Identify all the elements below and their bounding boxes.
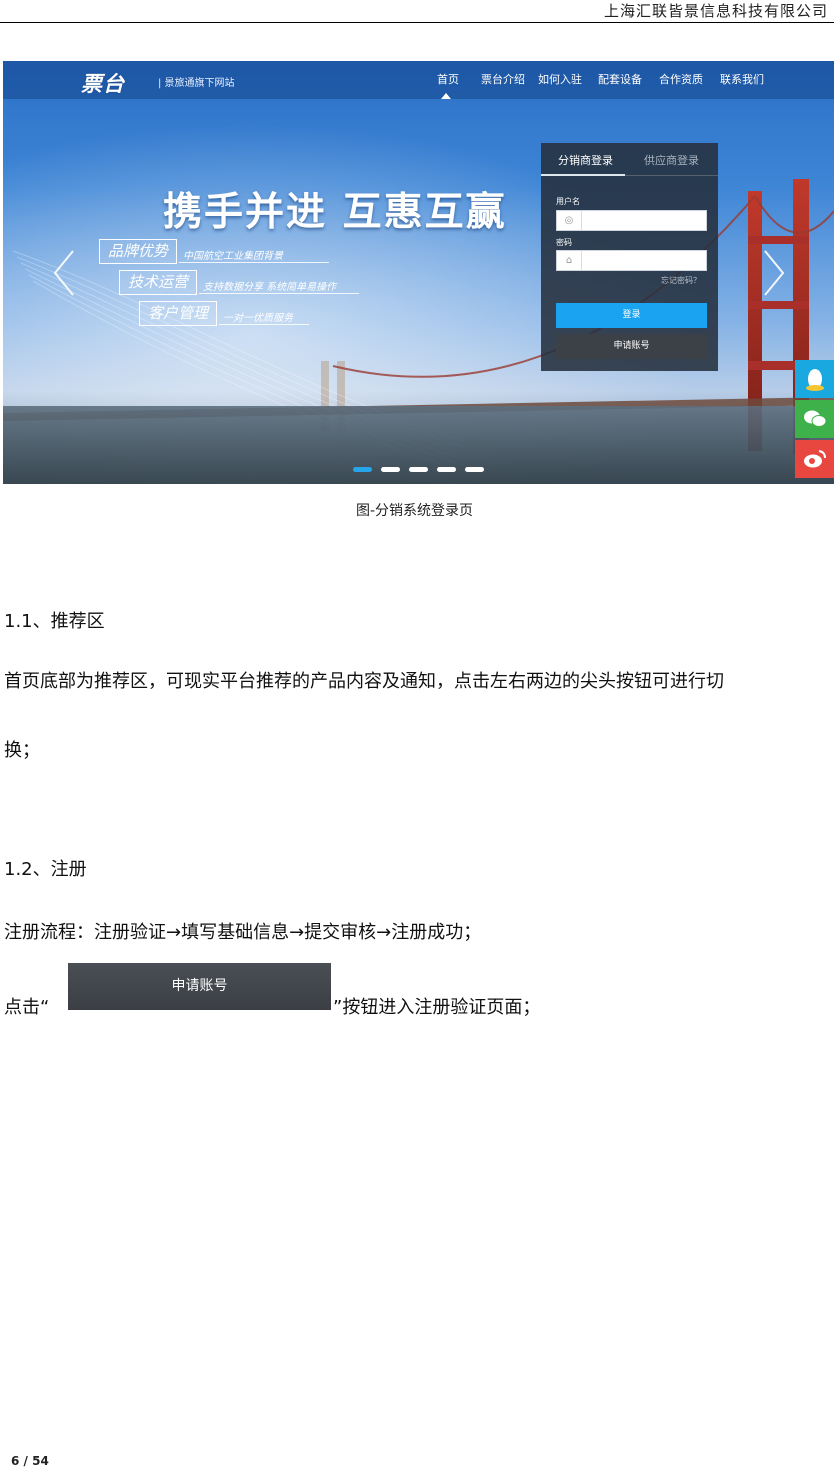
carousel-dot[interactable] (465, 467, 484, 472)
nav-join[interactable]: 如何入驻 (538, 71, 582, 87)
site-tagline: | 景旅通旗下网站 (158, 78, 235, 89)
header-rule (0, 22, 834, 23)
paragraph-line: 换； (4, 740, 40, 761)
carousel-prev-icon[interactable] (51, 249, 77, 297)
wechat-icon[interactable] (795, 400, 834, 438)
section-heading-register: 1.2、注册 (4, 859, 87, 880)
carousel-dot[interactable] (437, 467, 456, 472)
top-navbar (3, 61, 834, 99)
banner-slogan: 携手并进 互惠互赢 (163, 190, 507, 235)
forgot-password-link[interactable]: 忘记密码？ (661, 275, 701, 286)
tab-active-indicator (541, 174, 625, 176)
nav-contact[interactable]: 联系我们 (720, 71, 764, 87)
page-number: 6 / 54 (11, 1454, 49, 1468)
password-field[interactable]: ⌂ (556, 250, 707, 271)
username-field[interactable]: ◎ (556, 210, 707, 231)
ground-shadow (3, 406, 834, 484)
feature-underline (179, 262, 329, 263)
nav-qualification[interactable]: 合作资质 (659, 71, 703, 87)
register-flow-text: 注册流程：注册验证→填写基础信息→提交审核→注册成功； (4, 922, 482, 943)
feature-tech-desc: 支持数据分享 系统简单易操作 (203, 282, 337, 293)
tab-distributor-login[interactable]: 分销商登录 (558, 152, 613, 168)
apply-account-button-image: 申请账号 (68, 963, 331, 1010)
weibo-icon[interactable] (795, 440, 834, 478)
carousel-dot[interactable] (409, 467, 428, 472)
feature-brand: 品牌优势 (99, 239, 178, 264)
nav-active-caret-icon (441, 93, 451, 99)
username-label: 用户名 (556, 197, 580, 206)
carousel-next-icon[interactable] (761, 249, 787, 297)
tab-supplier-login[interactable]: 供应商登录 (644, 152, 699, 168)
feature-customer-desc: 一对一优质服务 (223, 313, 293, 324)
qq-icon[interactable] (795, 360, 834, 398)
nav-home[interactable]: 首页 (437, 71, 459, 87)
feature-underline (199, 293, 359, 294)
click-suffix-text: ”按钮进入注册验证页面； (333, 997, 541, 1018)
login-page-screenshot: 票台 | 景旅通旗下网站 首页 票台介绍 如何入驻 配套设备 合作资质 联系我们… (3, 61, 834, 484)
apply-account-button[interactable]: 申请账号 (556, 334, 707, 359)
carousel-dot[interactable] (353, 467, 372, 472)
company-name: 上海汇联皆景信息科技有限公司 (603, 2, 828, 20)
carousel-dot[interactable] (381, 467, 400, 472)
nav-about[interactable]: 票台介绍 (481, 71, 525, 87)
password-label: 密码 (556, 238, 572, 247)
feature-underline (219, 324, 309, 325)
site-logo[interactable]: 票台 (81, 68, 125, 98)
nav-equipment[interactable]: 配套设备 (598, 71, 642, 87)
lock-icon: ⌂ (557, 251, 582, 270)
section-heading-recommend: 1.1、推荐区 (4, 611, 105, 632)
login-button[interactable]: 登录 (556, 303, 707, 328)
user-icon: ◎ (557, 211, 582, 230)
figure-caption: 图-分销系统登录页 (356, 503, 474, 519)
click-prefix-text: 点击“ (4, 997, 50, 1018)
feature-brand-desc: 中国航空工业集团背景 (183, 251, 283, 262)
feature-customer: 客户管理 (139, 301, 218, 326)
feature-tech: 技术运营 (119, 270, 198, 295)
paragraph-line: 首页底部为推荐区，可现实平台推荐的产品内容及通知，点击左右两边的尖头按钮可进行切 (4, 671, 724, 692)
